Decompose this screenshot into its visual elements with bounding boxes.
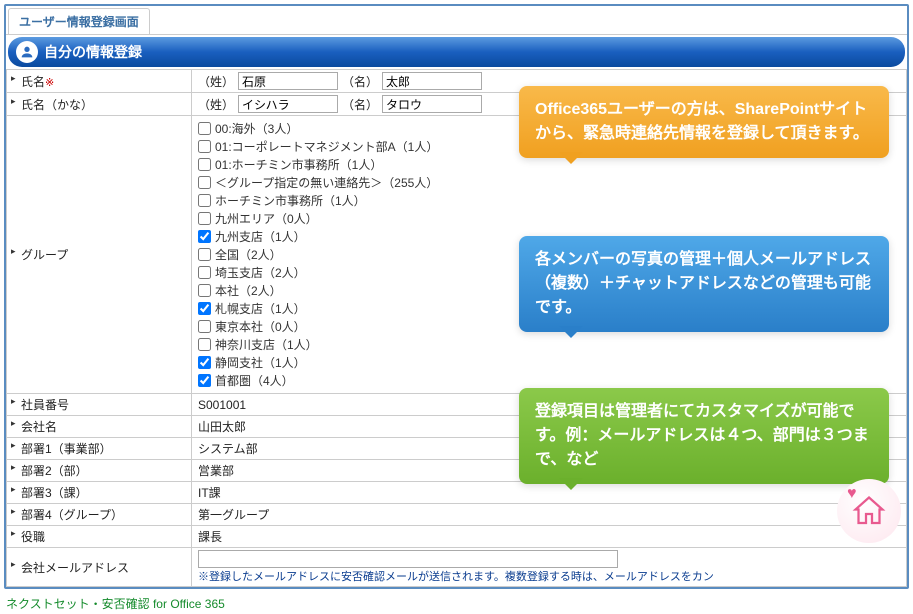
group-label: 静岡支社（1人） <box>215 354 306 371</box>
group-checkbox[interactable] <box>198 302 211 315</box>
group-checkbox[interactable] <box>198 194 211 207</box>
label-title: 役職 <box>7 526 192 548</box>
group-label: 埼玉支店（2人） <box>215 264 306 281</box>
label-email: 会社メールアドレス <box>7 548 192 587</box>
sei-kana-label: （姓） <box>198 96 234 113</box>
cell-dept3: IT課 <box>192 482 907 504</box>
group-item[interactable]: ＜グループ指定の無い連絡先＞（255人） <box>198 174 900 191</box>
group-checkbox[interactable] <box>198 374 211 387</box>
callout-member-mgmt: 各メンバーの写真の管理＋個人メールアドレス（複数）＋チャットアドレスなどの管理も… <box>519 236 889 332</box>
home-badge[interactable]: ♥ <box>837 479 901 543</box>
tab-bar: ユーザー情報登録画面 ishihara@nextset.jp <box>6 6 907 35</box>
group-checkbox[interactable] <box>198 284 211 297</box>
label-dept1: 部署1（事業部） <box>7 438 192 460</box>
group-checkbox[interactable] <box>198 212 211 225</box>
group-label: 神奈川支店（1人） <box>215 336 318 353</box>
label-dept3: 部署3（課） <box>7 482 192 504</box>
group-checkbox[interactable] <box>198 140 211 153</box>
group-checkbox[interactable] <box>198 176 211 189</box>
input-mei[interactable] <box>382 72 482 90</box>
group-label: 00:海外（3人） <box>215 120 298 137</box>
panel-title: 自分の情報登録 <box>44 42 897 62</box>
group-checkbox[interactable] <box>198 122 211 135</box>
group-label: 札幌支店（1人） <box>215 300 306 317</box>
label-dept4: 部署4（グループ） <box>7 504 192 526</box>
input-company-email[interactable] <box>198 550 618 568</box>
label-name: 氏名※ <box>7 70 192 93</box>
group-item[interactable]: ホーチミン市事務所（1人） <box>198 192 900 209</box>
group-label: 東京本社（0人） <box>215 318 306 335</box>
input-sei[interactable] <box>238 72 338 90</box>
group-item[interactable]: 神奈川支店（1人） <box>198 336 900 353</box>
cell-dept4: 第一グループ <box>192 504 907 526</box>
group-label: ホーチミン市事務所（1人） <box>215 192 366 209</box>
tab-user-info[interactable]: ユーザー情報登録画面 <box>8 8 150 34</box>
group-label: 全国（2人） <box>215 246 282 263</box>
label-group: グループ <box>7 116 192 394</box>
group-item[interactable]: 九州エリア（0人） <box>198 210 900 227</box>
cell-title: 課長 <box>192 526 907 548</box>
group-label: 01:ホーチミン市事務所（1人） <box>215 156 382 173</box>
label-kana: 氏名（かな） <box>7 93 192 116</box>
input-sei-kana[interactable] <box>238 95 338 113</box>
group-label: 首都圏（4人） <box>215 372 294 389</box>
group-label: 九州エリア（0人） <box>215 210 318 227</box>
group-label: ＜グループ指定の無い連絡先＞（255人） <box>215 174 438 191</box>
mei-kana-label: （名） <box>342 96 378 113</box>
cell-email: ※登録したメールアドレスに安否確認メールが送信されます。複数登録する時は、メール… <box>192 548 907 587</box>
group-checkbox[interactable] <box>198 356 211 369</box>
group-label: 九州支店（1人） <box>215 228 306 245</box>
user-register-icon <box>16 41 38 63</box>
group-checkbox[interactable] <box>198 248 211 261</box>
group-item[interactable]: 首都圏（4人） <box>198 372 900 389</box>
group-item[interactable]: 01:ホーチミン市事務所（1人） <box>198 156 900 173</box>
label-company: 会社名 <box>7 416 192 438</box>
group-checkbox[interactable] <box>198 266 211 279</box>
group-checkbox[interactable] <box>198 320 211 333</box>
label-dept2: 部署2（部） <box>7 460 192 482</box>
group-checkbox[interactable] <box>198 230 211 243</box>
panel-header: 自分の情報登録 <box>8 37 905 67</box>
group-item[interactable]: 静岡支社（1人） <box>198 354 900 371</box>
sei-label: （姓） <box>198 73 234 90</box>
callout-office365: Office365ユーザーの方は、SharePointサイトから、緊急時連絡先情… <box>519 86 889 158</box>
group-checkbox[interactable] <box>198 158 211 171</box>
mei-label: （名） <box>342 73 378 90</box>
label-empno: 社員番号 <box>7 394 192 416</box>
group-label: 本社（2人） <box>215 282 282 299</box>
group-checkbox[interactable] <box>198 338 211 351</box>
group-label: 01:コーポレートマネジメント部A（1人） <box>215 138 438 155</box>
footer-product-link[interactable]: ネクストセット・安否確認 for Office 365 <box>0 593 913 614</box>
callout-customize: 登録項目は管理者にてカスタマイズが可能です。例：メールアドレスは４つ、部門は３つ… <box>519 388 889 484</box>
heart-icon: ♥ <box>847 485 857 503</box>
input-mei-kana[interactable] <box>382 95 482 113</box>
email-help-text: ※登録したメールアドレスに安否確認メールが送信されます。複数登録する時は、メール… <box>198 568 900 584</box>
